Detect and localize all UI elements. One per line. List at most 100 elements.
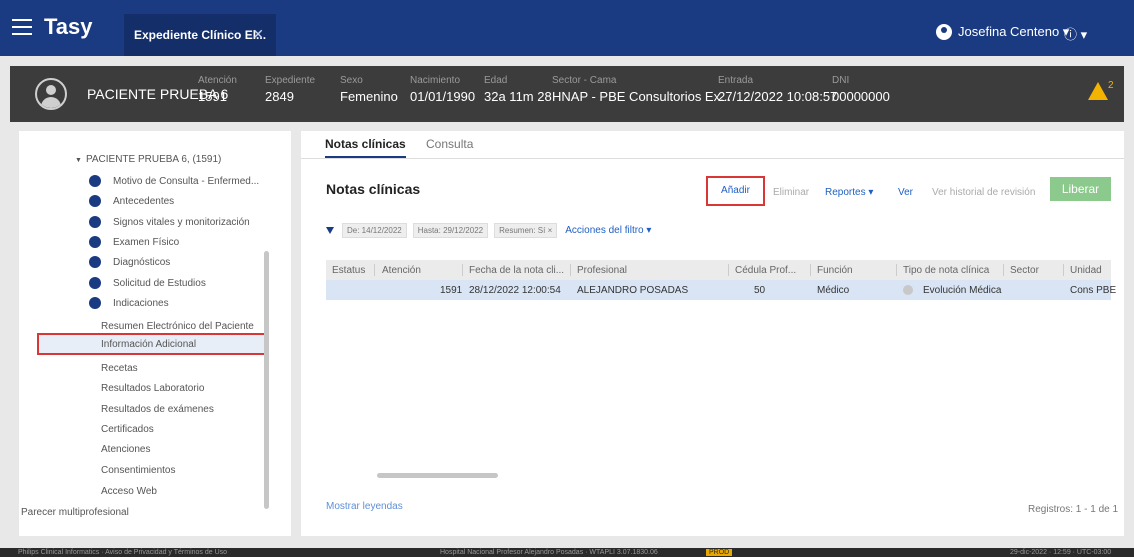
- status-dot-icon: [89, 195, 101, 207]
- status-dot-icon: [89, 297, 101, 309]
- tree-footer-item[interactable]: Parecer multiprofesional: [21, 507, 129, 518]
- status-dot-icon: [89, 216, 101, 228]
- filter-chip-summary[interactable]: Resumen: Sí ×: [494, 222, 558, 238]
- filter-chip-from[interactable]: De: 14/12/2022: [342, 222, 407, 238]
- hamburger-menu-icon[interactable]: [12, 19, 32, 35]
- tree-subitem[interactable]: Acceso Web: [101, 486, 157, 497]
- column-divider: [1063, 264, 1064, 276]
- column-header[interactable]: Atención: [382, 265, 421, 276]
- status-dot-icon: [89, 256, 101, 268]
- status-center-text: Hospital Nacional Profesor Alejandro Pos…: [440, 549, 658, 556]
- column-divider: [374, 264, 375, 276]
- filter-bar: De: 14/12/2022 Hasta: 29/12/2022 Resumen…: [326, 222, 651, 238]
- revision-history-button[interactable]: Ver historial de revisión: [932, 187, 1035, 198]
- patient-field-atencion: Atención 1591: [198, 75, 237, 104]
- column-header[interactable]: Sector: [1010, 265, 1039, 276]
- status-bar: Philips Clinical Informatics · Aviso de …: [0, 548, 1134, 557]
- tree-item[interactable]: Signos vitales y monitorización: [89, 216, 250, 228]
- cell-atencion: 1591: [440, 285, 463, 296]
- patient-field-entrada: Entrada 27/12/2022 10:08:57: [718, 75, 838, 104]
- table-row[interactable]: 1591 28/12/2022 12:00:54 ALEJANDRO POSAD…: [326, 280, 1116, 300]
- tab-consulta[interactable]: Consulta: [426, 137, 473, 151]
- main-content: Notas clínicas Consulta Notas clínicas A…: [301, 131, 1124, 536]
- tree-subitem[interactable]: Certificados: [101, 424, 154, 435]
- tree-item[interactable]: Antecedentes: [89, 195, 174, 207]
- top-bar: Tasy Expediente Clínico El... ✕ Josefina…: [0, 0, 1134, 56]
- show-legends-link[interactable]: Mostrar leyendas: [326, 501, 403, 512]
- status-dot-icon: [903, 285, 913, 295]
- tree-item[interactable]: Examen Físico: [89, 236, 179, 248]
- tree-subitem[interactable]: Resumen Electrónico del Paciente: [101, 321, 254, 332]
- tree-item[interactable]: Solicitud de Estudios: [89, 277, 206, 289]
- patient-field-edad: Edad 32a 11m 28: [484, 75, 552, 104]
- triangle-down-icon: ▼: [75, 157, 82, 164]
- horizontal-scrollbar[interactable]: [377, 473, 498, 478]
- user-icon: [936, 24, 952, 40]
- content-tabs: Notas clínicas Consulta: [301, 131, 1124, 159]
- column-header[interactable]: Unidad: [1070, 265, 1102, 276]
- view-button[interactable]: Ver: [898, 187, 913, 198]
- app-brand: Tasy: [44, 14, 93, 39]
- vertical-scrollbar[interactable]: [264, 251, 269, 509]
- tree-subitem[interactable]: Resultados Laboratorio: [101, 383, 204, 394]
- tree-item[interactable]: Diagnósticos: [89, 256, 170, 268]
- section-title: Notas clínicas: [326, 181, 421, 197]
- filter-chip-to[interactable]: Hasta: 29/12/2022: [412, 222, 489, 238]
- status-dot-icon: [89, 277, 101, 289]
- release-button[interactable]: Liberar: [1050, 177, 1111, 201]
- user-menu[interactable]: Josefina Centeno ▾: [936, 24, 1069, 40]
- column-divider: [1003, 264, 1004, 276]
- tree-subitem-selected[interactable]: Información Adicional: [37, 333, 269, 355]
- cell-license: 50: [754, 285, 766, 296]
- column-divider: [896, 264, 897, 276]
- column-header[interactable]: Profesional: [577, 265, 627, 276]
- column-header[interactable]: Cédula Prof...: [735, 265, 796, 276]
- column-divider: [728, 264, 729, 276]
- tree-item[interactable]: Motivo de Consulta - Enfermed...: [89, 175, 259, 187]
- filter-icon[interactable]: [326, 226, 334, 234]
- environment-badge: PROD: [706, 549, 733, 556]
- status-dot-icon: [89, 175, 101, 187]
- close-icon[interactable]: ✕: [252, 26, 264, 43]
- patient-header: PACIENTE PRUEBA 6 Atención 1591 Expedien…: [10, 66, 1124, 122]
- tree-subitem[interactable]: Atenciones: [101, 444, 150, 455]
- tab-notas-clinicas[interactable]: Notas clínicas: [325, 137, 406, 158]
- add-button[interactable]: Añadir: [706, 176, 765, 206]
- status-right-text: 29-dic-2022 · 12:59 · UTC-03:00: [1010, 549, 1112, 556]
- navigation-tree: ▼ PACIENTE PRUEBA 6, (1591) Motivo de Con…: [19, 131, 291, 536]
- cell-date: 28/12/2022 12:00:54: [469, 285, 561, 296]
- warning-icon[interactable]: [1088, 82, 1108, 100]
- column-header[interactable]: Fecha de la nota cli...: [469, 265, 564, 276]
- status-left-text[interactable]: Philips Clinical Informatics · Aviso de …: [18, 549, 227, 556]
- column-header[interactable]: Función: [817, 265, 853, 276]
- warning-count: 2: [1108, 80, 1114, 91]
- tree-subitem[interactable]: Consentimientos: [101, 465, 175, 476]
- patient-avatar-icon: [35, 78, 67, 110]
- column-divider: [810, 264, 811, 276]
- tree-item[interactable]: Indicaciones: [89, 297, 169, 309]
- records-count: Registros: 1 - 1 de 1: [1028, 504, 1119, 515]
- tree-root[interactable]: ▼ PACIENTE PRUEBA 6, (1591): [75, 154, 221, 165]
- delete-button[interactable]: Eliminar: [773, 187, 809, 198]
- status-dot-icon: [89, 236, 101, 248]
- filter-actions-dropdown[interactable]: Acciones del filtro ▾: [565, 225, 651, 236]
- tab-expediente-clinico[interactable]: Expediente Clínico El... ✕: [124, 14, 276, 56]
- table-header: Estatus Atención Fecha de la nota cli...…: [326, 260, 1111, 280]
- user-name: Josefina Centeno ▾: [958, 24, 1070, 39]
- cell-unit: Cons PBE: [1070, 285, 1117, 296]
- column-header[interactable]: Estatus: [332, 265, 365, 276]
- cell-role: Médico: [817, 285, 850, 296]
- column-divider: [570, 264, 571, 276]
- column-header[interactable]: Tipo de nota clínica: [903, 265, 989, 276]
- reports-dropdown[interactable]: Reportes ▾: [825, 187, 873, 198]
- patient-field-nacimiento: Nacimiento 01/01/1990: [410, 75, 476, 104]
- tab-label: Expediente Clínico El...: [134, 28, 267, 42]
- cell-professional: ALEJANDRO POSADAS: [577, 285, 689, 296]
- patient-field-dni: DNI 00000000: [832, 75, 890, 104]
- patient-field-sector-cama: Sector - Cama HNAP - PBE Consultorios Ex…: [552, 75, 731, 104]
- patient-field-sexo: Sexo Femenino: [340, 75, 398, 104]
- cell-note-type: Evolución Médica: [923, 285, 1002, 296]
- tree-subitem[interactable]: Recetas: [101, 363, 138, 374]
- tree-subitem[interactable]: Resultados de exámenes: [101, 404, 214, 415]
- info-menu-icon[interactable]: ⓘ ▾: [1064, 24, 1087, 43]
